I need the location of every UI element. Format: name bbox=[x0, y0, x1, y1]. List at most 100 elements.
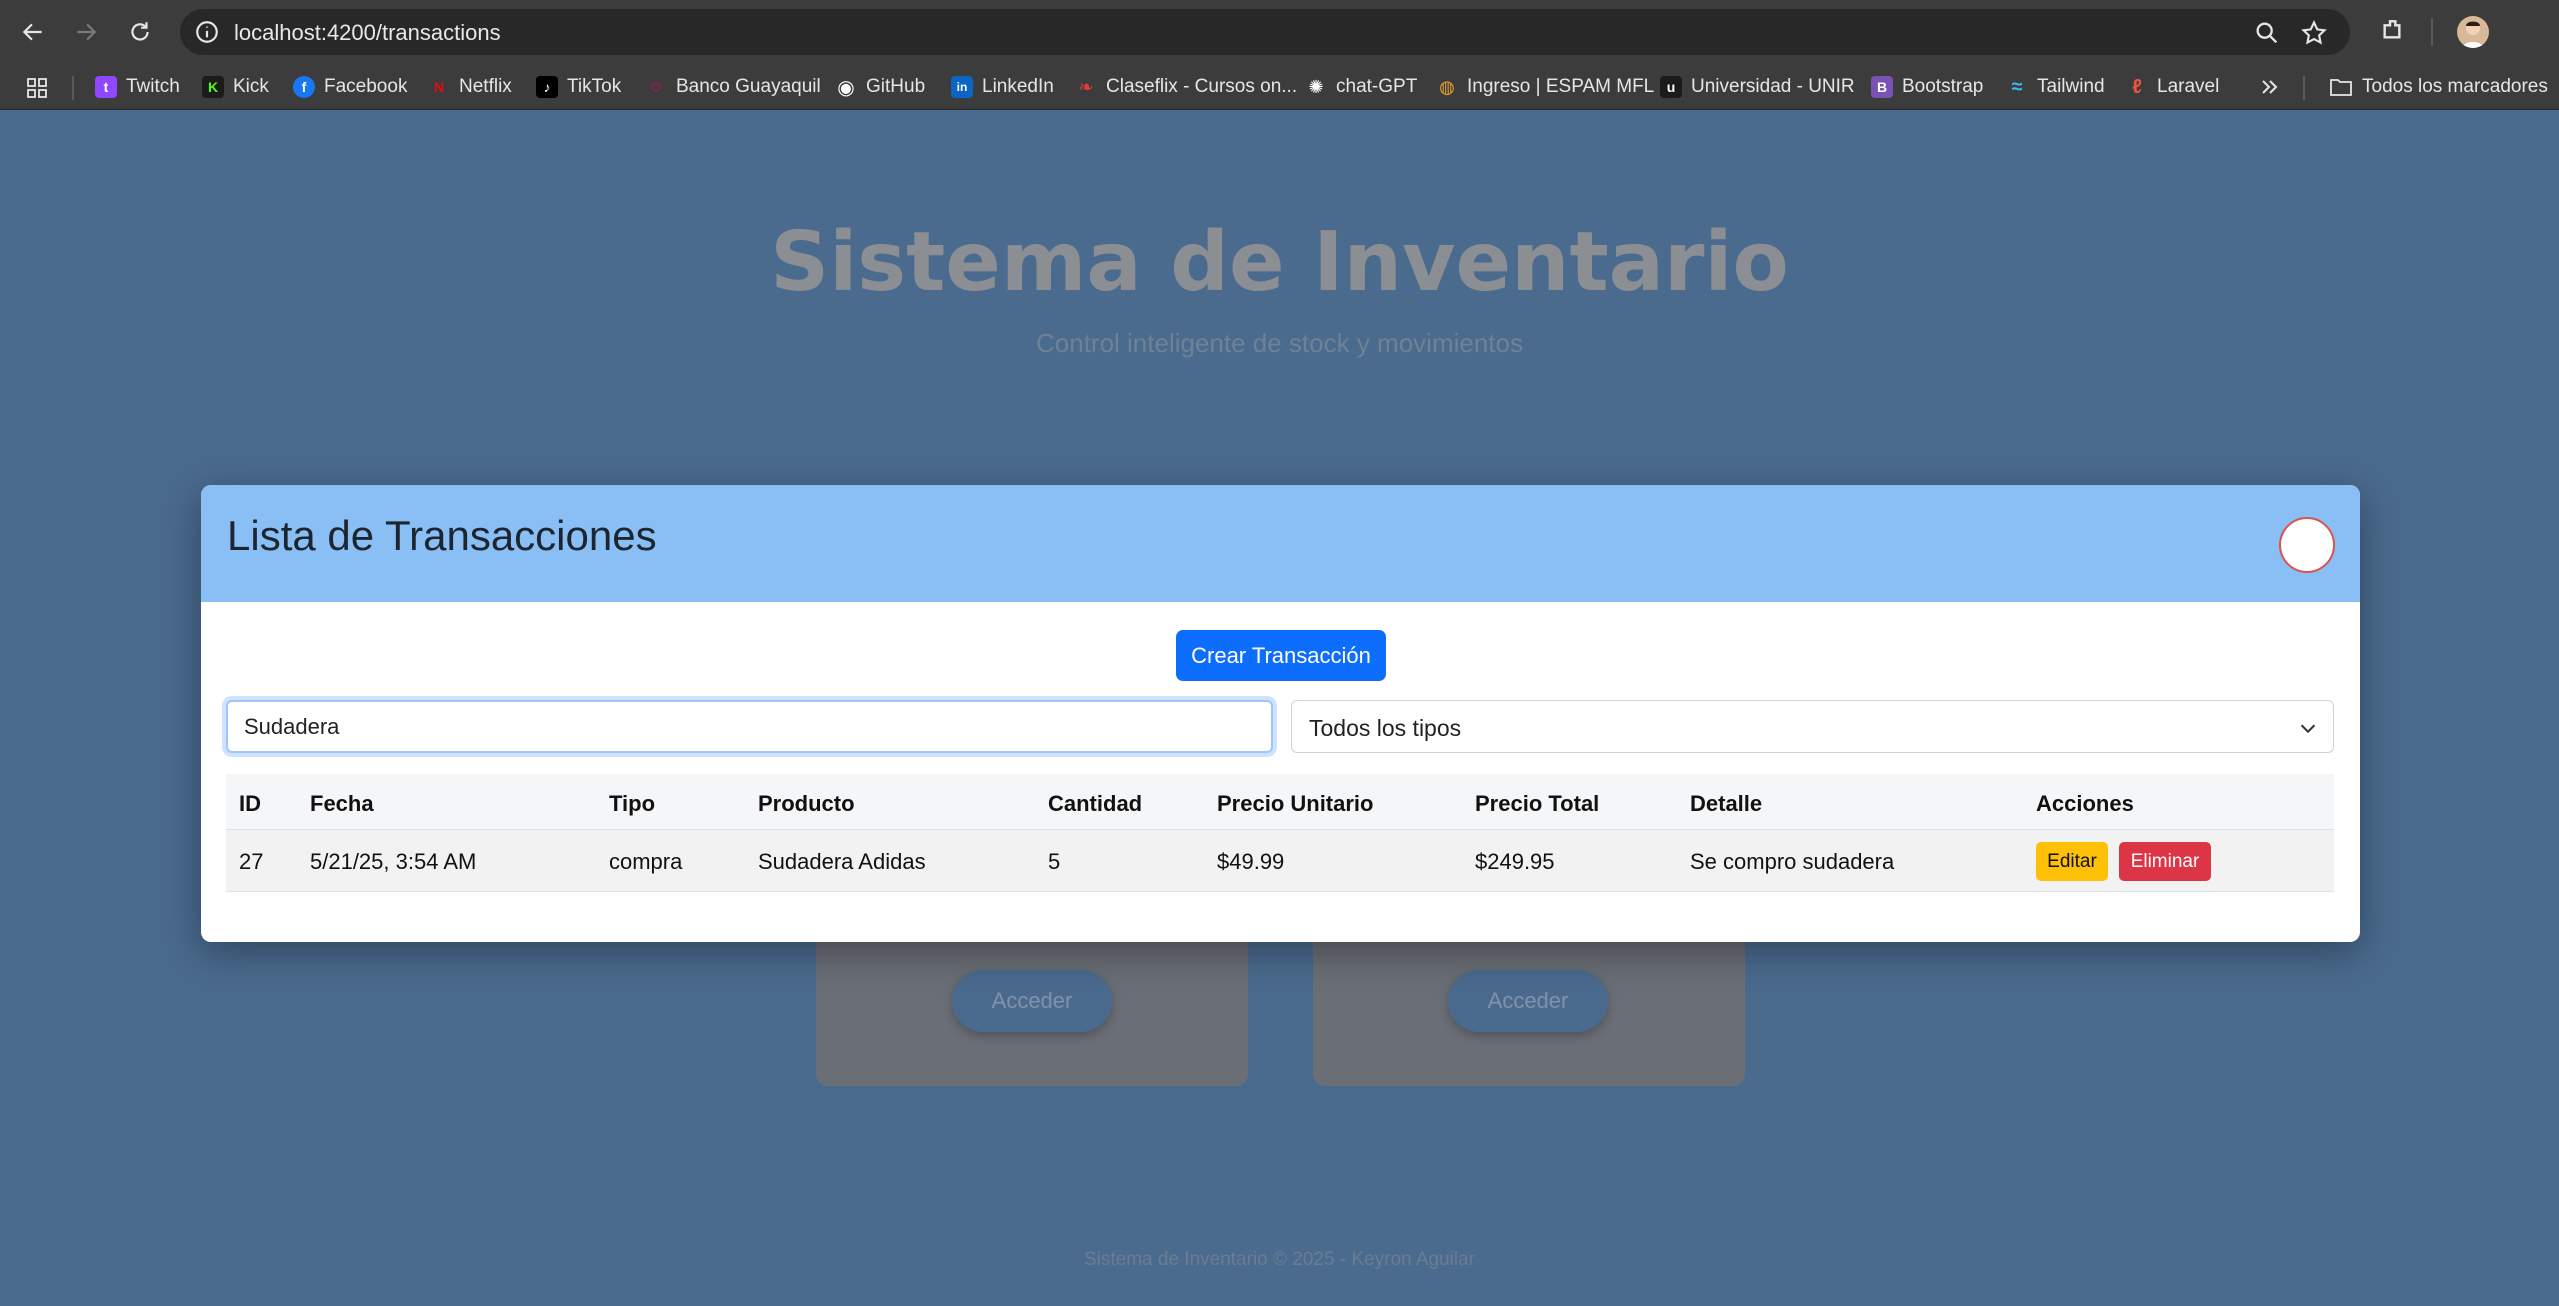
all-bookmarks-folder[interactable]: Todos los marcadores bbox=[2329, 73, 2548, 101]
bookmark-claseflix[interactable]: ❧ Claseflix - Cursos on... bbox=[1075, 73, 1297, 101]
all-bookmarks-label: Todos los marcadores bbox=[2362, 76, 2548, 97]
github-icon: ◉ bbox=[835, 76, 857, 99]
page-subtitle: Control inteligente de stock y movimient… bbox=[1035, 328, 1523, 358]
column-header-detalle: Detalle bbox=[1690, 791, 1763, 816]
modal-title: Lista de Transacciones bbox=[227, 512, 657, 559]
page-title: Sistema de Inventario bbox=[770, 215, 1789, 310]
column-header-acciones: Acciones bbox=[2036, 791, 2134, 816]
column-header-fecha: Fecha bbox=[310, 791, 374, 816]
bookmarks-divider bbox=[72, 76, 74, 100]
bookmark-chat-gpt[interactable]: ✺ chat-GPT bbox=[1305, 73, 1417, 101]
bookmark-label: chat-GPT bbox=[1336, 76, 1418, 97]
back-icon[interactable] bbox=[15, 14, 51, 50]
tiktok-icon: ♪ bbox=[536, 76, 558, 98]
cell-detalle: Se compro sudadera bbox=[1690, 849, 1895, 874]
table-row: 27 5/21/25, 3:54 AM compra Sudadera Adid… bbox=[226, 830, 2334, 892]
bookmark-label: Universidad - UNIR bbox=[1691, 76, 1855, 97]
bootstrap-icon: B bbox=[1871, 76, 1893, 98]
bookmark-label: Laravel bbox=[2157, 76, 2220, 97]
cell-fecha: 5/21/25, 3:54 AM bbox=[310, 849, 477, 874]
twitch-icon: t bbox=[95, 76, 117, 98]
type-filter-value: Todos los tipos bbox=[1309, 715, 1462, 741]
column-header-producto: Producto bbox=[758, 791, 855, 816]
table-header: ID Fecha Tipo Producto Cantidad Precio U… bbox=[226, 774, 2334, 830]
bookmark-espam[interactable]: ◍ Ingreso | ESPAM MFL bbox=[1436, 73, 1654, 101]
bookmark-label: Bootstrap bbox=[1902, 76, 1984, 97]
bookmark-twitch[interactable]: t Twitch bbox=[95, 73, 180, 101]
bookmark-linkedin[interactable]: in LinkedIn bbox=[951, 73, 1054, 101]
espam-icon: ◍ bbox=[1436, 76, 1458, 98]
tailwind-icon: ≈ bbox=[2006, 76, 2028, 98]
bookmark-github[interactable]: ◉ GitHub bbox=[835, 73, 925, 101]
bookmark-label: Netflix bbox=[459, 76, 512, 97]
column-header-precio-total: Precio Total bbox=[1475, 791, 1600, 816]
bookmark-label: Kick bbox=[233, 76, 269, 97]
bookmark-label: TikTok bbox=[567, 76, 622, 97]
create-transaction-button[interactable]: Crear Transacción bbox=[1176, 630, 1386, 681]
cell-precio-unitario: $49.99 bbox=[1217, 849, 1285, 874]
forward-icon[interactable] bbox=[68, 14, 104, 50]
column-header-cantidad: Cantidad bbox=[1048, 791, 1143, 816]
column-header-tipo: Tipo bbox=[609, 791, 656, 816]
access-button: Acceder bbox=[1448, 970, 1608, 1032]
bookmark-label: LinkedIn bbox=[982, 76, 1054, 97]
bookmark-label: GitHub bbox=[866, 76, 926, 97]
cell-tipo: compra bbox=[609, 849, 683, 874]
cell-id: 27 bbox=[239, 849, 264, 874]
bookmark-kick[interactable]: K Kick bbox=[202, 73, 269, 101]
bookmark-label: Claseflix - Cursos on... bbox=[1106, 76, 1298, 97]
bookmark-facebook[interactable]: f Facebook bbox=[293, 73, 407, 101]
more-bookmarks-icon[interactable] bbox=[2259, 76, 2281, 98]
access-button: Acceder bbox=[952, 970, 1112, 1032]
unir-icon: u bbox=[1660, 76, 1682, 98]
cell-producto: Sudadera Adidas bbox=[758, 849, 926, 874]
site-info-icon[interactable] bbox=[194, 19, 220, 45]
browser-toolbar: localhost:4200/transactions bbox=[0, 0, 2559, 64]
bookmark-banco-guayaquil[interactable]: ○ Banco Guayaquil bbox=[645, 73, 821, 101]
column-header-id: ID bbox=[239, 791, 261, 816]
bookmarks-divider bbox=[2303, 76, 2305, 100]
chatgpt-icon: ✺ bbox=[1305, 76, 1327, 98]
bookmark-laravel[interactable]: ℓ Laravel bbox=[2126, 73, 2219, 101]
bookmark-bootstrap[interactable]: B Bootstrap bbox=[1871, 73, 1983, 101]
zoom-icon[interactable] bbox=[2253, 19, 2281, 47]
banco-guayaquil-icon: ○ bbox=[645, 76, 667, 98]
search-input[interactable] bbox=[226, 700, 1273, 753]
url-text[interactable]: localhost:4200/transactions bbox=[234, 20, 501, 46]
extensions-icon[interactable] bbox=[2378, 16, 2410, 48]
bookmark-label: Twitch bbox=[126, 76, 180, 97]
bookmarks-bar: t Twitch K Kick f Facebook N Netflix ♪ TikTok… bbox=[0, 64, 2559, 110]
apps-grid-icon[interactable] bbox=[26, 77, 48, 99]
delete-button[interactable]: Eliminar bbox=[2119, 842, 2211, 881]
folder-icon bbox=[2330, 79, 2352, 96]
netflix-icon: N bbox=[428, 76, 450, 98]
bookmark-star-icon[interactable] bbox=[2300, 19, 2328, 47]
cell-cantidad: 5 bbox=[1048, 849, 1061, 874]
kick-icon: K bbox=[202, 76, 224, 98]
bookmark-tiktok[interactable]: ♪ TikTok bbox=[536, 73, 621, 101]
chevron-down-icon bbox=[2300, 724, 2316, 734]
claseflix-icon: ❧ bbox=[1075, 76, 1097, 98]
cell-precio-total: $249.95 bbox=[1475, 849, 1555, 874]
facebook-icon: f bbox=[293, 76, 315, 98]
bookmark-label: Facebook bbox=[324, 76, 408, 97]
profile-avatar[interactable] bbox=[2457, 16, 2489, 48]
toolbar-divider bbox=[2431, 18, 2433, 46]
edit-button[interactable]: Editar bbox=[2036, 842, 2108, 881]
modal-header: Lista de Transacciones bbox=[201, 485, 2360, 602]
bookmark-unir[interactable]: u Universidad - UNIR bbox=[1660, 73, 1855, 101]
column-header-precio-unitario: Precio Unitario bbox=[1217, 791, 1374, 816]
bookmark-label: Banco Guayaquil bbox=[676, 76, 821, 97]
address-bar[interactable]: localhost:4200/transactions bbox=[180, 9, 2350, 55]
reload-icon[interactable] bbox=[122, 14, 158, 50]
bookmark-netflix[interactable]: N Netflix bbox=[428, 73, 512, 101]
linkedin-icon: in bbox=[951, 76, 973, 98]
type-filter-select[interactable]: Todos los tipos bbox=[1291, 700, 2334, 753]
bookmark-tailwind[interactable]: ≈ Tailwind bbox=[2006, 73, 2105, 101]
bookmark-label: Tailwind bbox=[2037, 76, 2105, 97]
page-footer: Sistema de Inventario © 2025 - Keyron Ag… bbox=[1083, 1249, 1476, 1270]
close-modal-button[interactable] bbox=[2279, 517, 2335, 573]
transactions-modal: Lista de Transacciones Crear Transacción… bbox=[201, 485, 2360, 942]
laravel-icon: ℓ bbox=[2126, 76, 2148, 98]
bookmark-label: Ingreso | ESPAM MFL bbox=[1467, 76, 1655, 97]
